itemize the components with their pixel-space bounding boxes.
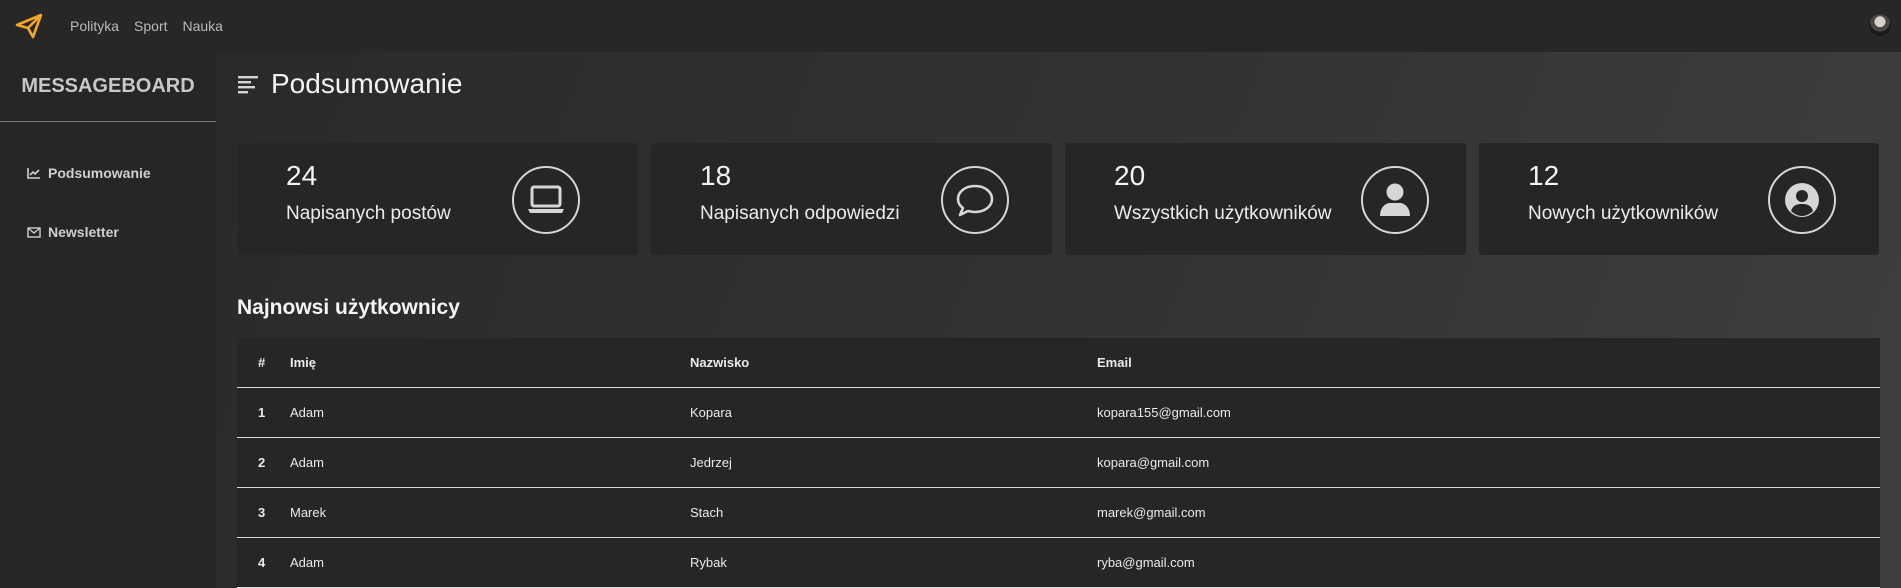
table-row: 1 Adam Kopara kopara155@gmail.com	[237, 388, 1880, 438]
stat-value: 12	[1528, 160, 1560, 191]
col-header-number: #	[258, 355, 266, 370]
cell-last-name: Stach	[690, 505, 724, 520]
users-table: # Imię Nazwisko Email 1 Adam Kopara kopa…	[237, 338, 1880, 588]
cell-last-name: Jedrzej	[690, 455, 732, 470]
stat-value: 18	[700, 160, 732, 191]
user-circle-icon	[1768, 166, 1836, 234]
stat-label: Napisanych odpowiedzi	[700, 203, 900, 224]
stat-card-new-users: 12 Nowych użytkowników	[1479, 143, 1879, 255]
table-row: 4 Adam Rybak ryba@gmail.com	[237, 538, 1880, 588]
nav-link-polityka[interactable]: Polityka	[70, 18, 119, 34]
col-header-last-name: Nazwisko	[690, 355, 750, 370]
page-header: Podsumowanie	[237, 68, 462, 100]
laptop-icon	[512, 166, 580, 234]
align-left-icon[interactable]	[237, 74, 259, 94]
comment-icon	[941, 166, 1009, 234]
cell-email: ryba@gmail.com	[1097, 555, 1195, 570]
sidebar: MESSAGEBOARD Podsumowanie Newsletter	[0, 52, 216, 588]
cell-last-name: Kopara	[690, 405, 732, 420]
cell-number: 2	[258, 455, 266, 470]
cell-email: marek@gmail.com	[1097, 505, 1206, 520]
col-header-first-name: Imię	[290, 355, 317, 370]
cell-email: kopara155@gmail.com	[1097, 405, 1231, 420]
cell-first-name: Marek	[290, 505, 327, 520]
user-avatar[interactable]	[1869, 14, 1891, 36]
chart-line-icon	[27, 168, 40, 179]
cell-number: 3	[258, 505, 266, 520]
stat-label: Nowych użytkowników	[1528, 203, 1719, 224]
cell-first-name: Adam	[290, 405, 324, 420]
table-row: 2 Adam Jedrzej kopara@gmail.com	[237, 438, 1880, 488]
stat-label: Napisanych postów	[286, 203, 451, 224]
stat-card-posts: 24 Napisanych postów	[237, 143, 638, 255]
main-content: Podsumowanie 24 Napisanych postów 18 Nap…	[216, 52, 1901, 588]
cell-email: kopara@gmail.com	[1097, 455, 1210, 470]
page-title: Podsumowanie	[271, 68, 463, 99]
cell-last-name: Rybak	[690, 555, 727, 570]
col-header-email: Email	[1097, 355, 1132, 370]
stat-card-replies: 18 Napisanych odpowiedzi	[651, 143, 1052, 255]
nav-link-sport[interactable]: Sport	[134, 18, 167, 34]
user-icon	[1361, 166, 1429, 234]
stat-value: 20	[1114, 160, 1146, 191]
cell-first-name: Adam	[290, 555, 324, 570]
section-title: Najnowsi użytkownicy	[237, 296, 460, 319]
cell-number: 1	[258, 405, 266, 420]
cell-first-name: Adam	[290, 455, 324, 470]
stat-label: Wszystkich użytkowników	[1114, 203, 1332, 224]
paper-plane-icon[interactable]	[15, 11, 45, 41]
cell-number: 4	[258, 555, 266, 570]
table-header-row: # Imię Nazwisko Email	[237, 338, 1880, 388]
sidebar-item-podsumowanie[interactable]: Podsumowanie	[0, 163, 216, 183]
table-row: 3 Marek Stach marek@gmail.com	[237, 488, 1880, 538]
nav-link-nauka[interactable]: Nauka	[183, 18, 223, 34]
stat-value: 24	[286, 160, 318, 191]
envelope-icon	[27, 227, 41, 238]
sidebar-item-newsletter[interactable]: Newsletter	[0, 222, 216, 242]
stat-card-all-users: 20 Wszystkich użytkowników	[1065, 143, 1466, 255]
sidebar-item-label: Podsumowanie	[48, 165, 151, 181]
top-nav-links: Polityka Sport Nauka	[70, 18, 238, 34]
top-navbar: Polityka Sport Nauka	[0, 0, 1901, 52]
stats-cards: 24 Napisanych postów 18 Napisanych odpow…	[237, 143, 1879, 255]
brand-title[interactable]: MESSAGEBOARD	[0, 52, 216, 122]
sidebar-item-label: Newsletter	[48, 224, 119, 240]
